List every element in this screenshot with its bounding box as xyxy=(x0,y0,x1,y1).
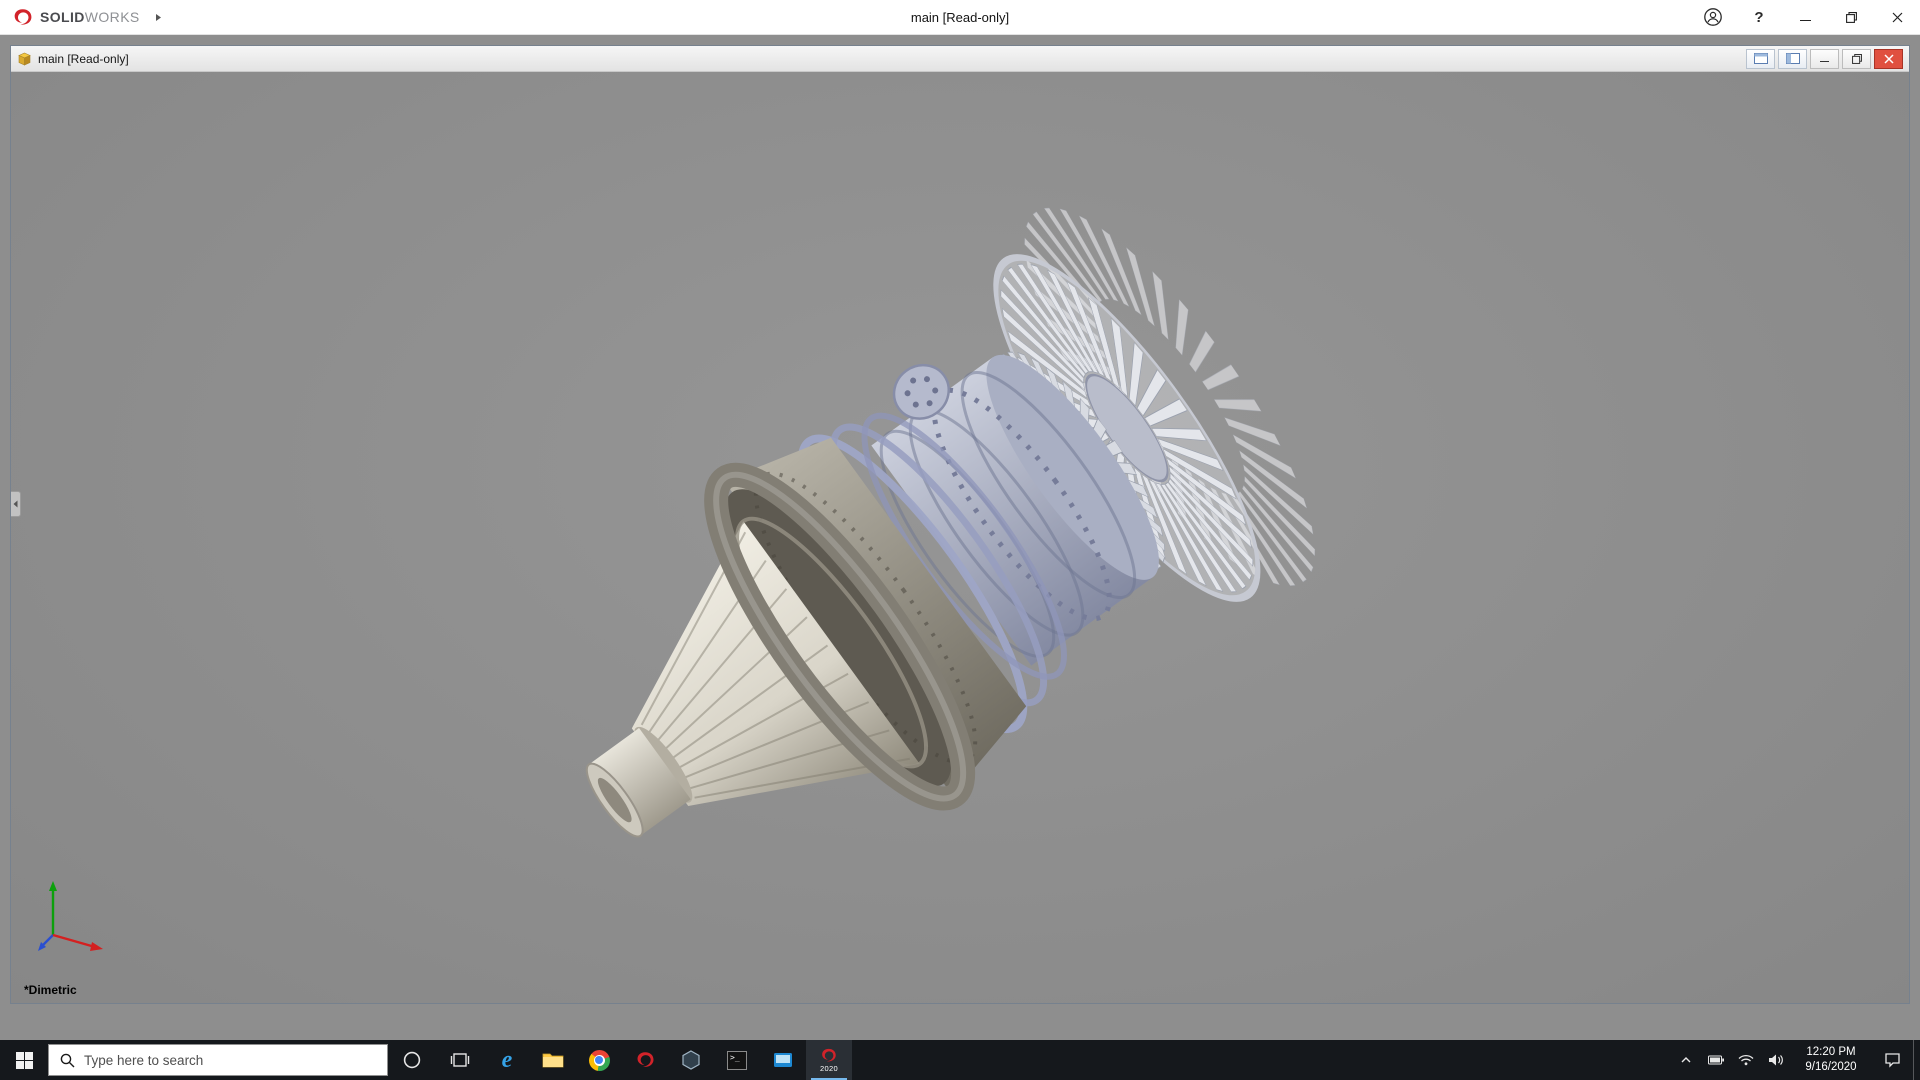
app-button-solidworks[interactable]: 2020 xyxy=(806,1040,852,1080)
network-wifi-icon xyxy=(1738,1054,1754,1066)
network-button[interactable] xyxy=(1731,1040,1761,1080)
blue-window-app-icon xyxy=(774,1053,792,1067)
viewport-3d[interactable]: *Dimetric xyxy=(11,72,1909,1003)
task-view-icon xyxy=(450,1053,470,1067)
solidworks-logo[interactable]: SOLIDWORKS xyxy=(0,0,150,34)
view-orientation-label: *Dimetric xyxy=(24,983,77,997)
notification-icon xyxy=(1884,1053,1900,1068)
orientation-triad xyxy=(38,881,103,951)
start-button[interactable] xyxy=(0,1040,48,1080)
app-button-blue-window[interactable] xyxy=(760,1040,806,1080)
action-center-button[interactable] xyxy=(1871,1040,1913,1080)
cortana-icon xyxy=(403,1051,421,1069)
pane-toggle-button-2[interactable] xyxy=(1778,48,1807,69)
pane-side-icon xyxy=(1785,53,1800,64)
brand-light: WORKS xyxy=(84,9,140,25)
doc-minimize-icon xyxy=(1820,61,1829,62)
restore-icon xyxy=(1845,11,1857,23)
app-button-chrome[interactable] xyxy=(576,1040,622,1080)
flyout-arrow-icon xyxy=(156,13,162,21)
account-button[interactable] xyxy=(1690,0,1736,34)
x-axis xyxy=(52,933,103,951)
edge-icon: e xyxy=(501,1047,513,1073)
cortana-button[interactable] xyxy=(388,1040,436,1080)
document-window: main [Read-only] *Dimetric xyxy=(10,45,1910,1004)
assembly-doc-icon xyxy=(18,52,31,65)
app-button-hexagon[interactable] xyxy=(668,1040,714,1080)
brand-text: SOLIDWORKS xyxy=(40,9,140,25)
app-title: main [Read-only] xyxy=(910,9,1010,25)
app-titlebar: SOLIDWORKS main [Read-only] ? xyxy=(0,0,1920,35)
solidworks-logo-icon xyxy=(14,8,32,25)
doc-restore-button[interactable] xyxy=(1842,48,1871,69)
pane-split-icon xyxy=(1753,53,1768,64)
document-titlebar[interactable]: main [Read-only] xyxy=(11,46,1909,72)
menu-flyout-arrow[interactable] xyxy=(150,0,168,34)
close-button[interactable] xyxy=(1874,0,1920,34)
help-icon: ? xyxy=(1754,8,1764,26)
app-button-red-swirl[interactable] xyxy=(622,1040,668,1080)
hexagon-app-icon xyxy=(682,1050,700,1070)
search-input[interactable] xyxy=(84,1052,376,1068)
screen: SOLIDWORKS main [Read-only] ? main [Read… xyxy=(0,0,1920,1080)
help-button[interactable]: ? xyxy=(1736,0,1782,34)
taskbar: e >_ xyxy=(0,1040,1920,1080)
pane-toggle-button-1[interactable] xyxy=(1746,48,1775,69)
y-axis xyxy=(49,881,57,935)
jet-engine-model xyxy=(585,207,1316,838)
system-tray: 12:20 PM 9/16/2020 xyxy=(1671,1040,1920,1080)
app-button-cmd[interactable]: >_ xyxy=(714,1040,760,1080)
search-icon xyxy=(60,1053,75,1067)
doc-minimize-button[interactable] xyxy=(1810,48,1839,69)
task-view-button[interactable] xyxy=(436,1040,484,1080)
tray-chevron-button[interactable] xyxy=(1671,1040,1701,1080)
clock-time: 12:20 PM xyxy=(1806,1046,1856,1059)
battery-icon xyxy=(1707,1055,1724,1065)
restore-button[interactable] xyxy=(1828,0,1874,34)
minimize-icon xyxy=(1799,19,1811,21)
collapse-arrow-icon xyxy=(13,500,18,508)
show-desktop-button[interactable] xyxy=(1913,1040,1920,1080)
workspace-background: main [Read-only] *Dimetric xyxy=(0,35,1920,1040)
document-window-controls xyxy=(1746,48,1906,69)
featuremanager-collapse-tab[interactable] xyxy=(11,490,21,517)
minimize-button[interactable] xyxy=(1782,0,1828,34)
windows-logo-icon xyxy=(15,1051,33,1069)
command-prompt-icon: >_ xyxy=(727,1050,747,1070)
solidworks-app-glyph xyxy=(822,1049,837,1062)
doc-restore-icon xyxy=(1851,53,1862,64)
volume-button[interactable] xyxy=(1761,1040,1791,1080)
app-button-edge[interactable]: e xyxy=(484,1040,530,1080)
battery-button[interactable] xyxy=(1701,1040,1731,1080)
taskbar-search[interactable] xyxy=(48,1044,388,1076)
solidworks-year-badge: 2020 xyxy=(820,1064,838,1074)
brand-bold: SOLID xyxy=(40,9,85,25)
file-explorer-icon xyxy=(542,1053,564,1068)
chrome-icon xyxy=(588,1049,610,1071)
doc-close-icon xyxy=(1883,53,1894,64)
chevron-up-icon xyxy=(1681,1057,1691,1063)
app-button-file-explorer[interactable] xyxy=(530,1040,576,1080)
taskbar-clock[interactable]: 12:20 PM 9/16/2020 xyxy=(1791,1040,1871,1080)
red-swirl-icon xyxy=(637,1052,654,1067)
close-icon xyxy=(1892,12,1902,22)
doc-close-button[interactable] xyxy=(1874,48,1903,69)
account-icon xyxy=(1704,8,1722,26)
document-title: main [Read-only] xyxy=(38,51,129,66)
solidworks-taskbar-icon: 2020 xyxy=(820,1047,838,1073)
volume-icon xyxy=(1769,1054,1783,1066)
clock-date: 9/16/2020 xyxy=(1805,1061,1857,1073)
z-axis xyxy=(38,934,54,951)
window-controls: ? xyxy=(1690,0,1920,34)
